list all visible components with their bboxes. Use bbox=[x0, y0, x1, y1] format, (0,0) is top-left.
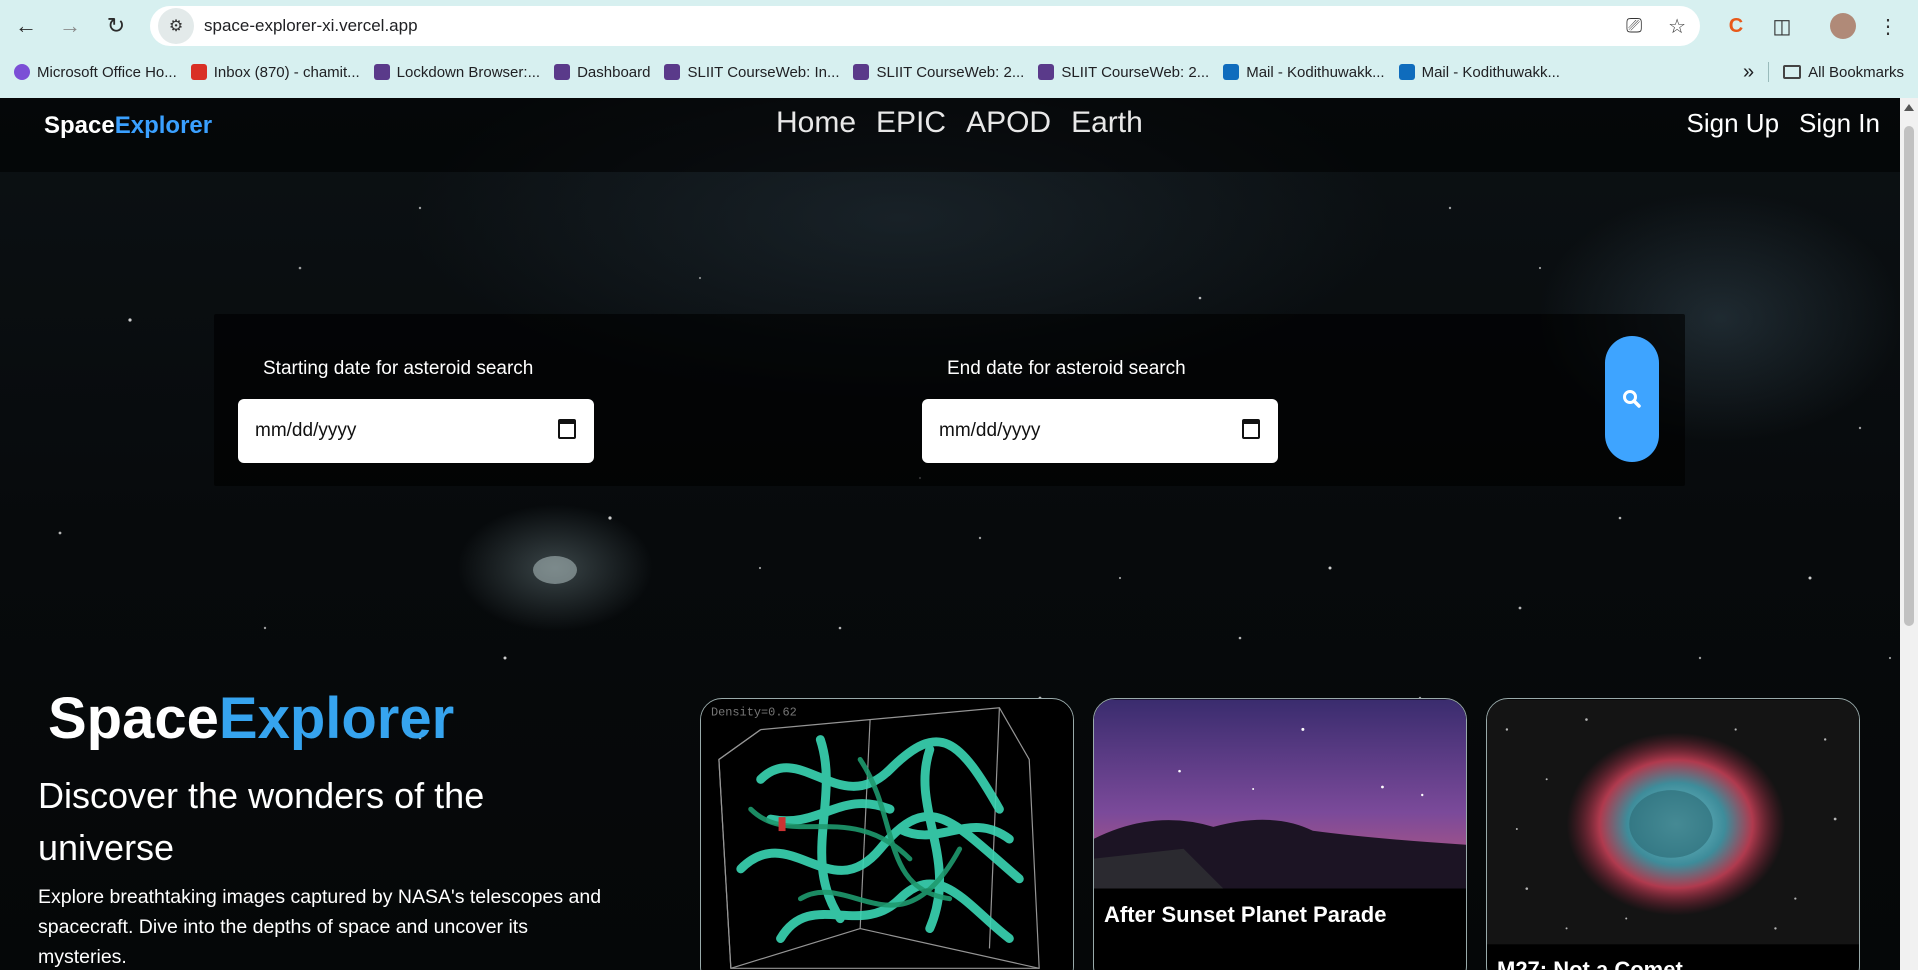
end-date-value: mm/dd/yyyy bbox=[939, 420, 1041, 441]
logo-part-2: Explorer bbox=[114, 112, 213, 139]
address-bar[interactable]: ⚙ space-explorer-xi.vercel.app ⎚ ☆ bbox=[150, 6, 1700, 46]
bookmark-favicon-icon bbox=[664, 64, 681, 80]
bookmark-favicon-icon bbox=[14, 64, 30, 80]
card-image: Density=0.62 bbox=[701, 699, 1073, 970]
extension-icon[interactable]: C bbox=[1718, 6, 1754, 46]
back-icon[interactable]: ← bbox=[4, 4, 48, 48]
site-info-icon[interactable]: ⚙ bbox=[158, 8, 194, 44]
start-date-input[interactable]: mm/dd/yyyy bbox=[238, 399, 594, 463]
url-text[interactable]: space-explorer-xi.vercel.app bbox=[204, 16, 418, 36]
bookmarks-overflow-icon[interactable]: » bbox=[1743, 61, 1754, 84]
end-date-label: End date for asteroid search bbox=[947, 358, 1186, 379]
hero-title: SpaceExplorer bbox=[48, 690, 454, 748]
browser-menu-icon[interactable]: ⋮ bbox=[1870, 6, 1906, 46]
asteroid-search-panel: Starting date for asteroid search mm/dd/… bbox=[214, 314, 1685, 486]
bookmark-item[interactable]: Mail - Kodithuwakk... bbox=[1223, 63, 1385, 81]
search-icon bbox=[1623, 390, 1641, 408]
forward-icon[interactable]: → bbox=[48, 4, 92, 48]
folder-icon bbox=[1783, 65, 1802, 79]
bookmark-label: SLIIT CourseWeb: 2... bbox=[876, 63, 1025, 81]
bookmark-item[interactable]: Microsoft Office Ho... bbox=[14, 64, 177, 81]
outlook-icon bbox=[1398, 64, 1415, 80]
hero-description: Explore breathtaking images captured by … bbox=[38, 886, 602, 968]
calendar-icon[interactable] bbox=[558, 419, 576, 439]
card-image bbox=[1487, 699, 1859, 945]
apod-card[interactable]: M27: Not a Comet bbox=[1486, 698, 1860, 970]
card-title: After Sunset Planet Parade bbox=[1104, 902, 1387, 927]
bookmarks-bar: Microsoft Office Ho... Inbox (870) - cha… bbox=[0, 58, 1918, 86]
hero-title-part-2: Explorer bbox=[218, 686, 455, 751]
auth-links: Sign Up Sign In bbox=[1687, 108, 1880, 139]
bookmark-favicon-icon bbox=[554, 64, 571, 80]
extensions-puzzle-icon[interactable]: ◫ bbox=[1764, 6, 1800, 46]
hero-title-part-1: Space bbox=[48, 686, 219, 751]
page-scrollbar[interactable] bbox=[1900, 98, 1918, 970]
bookmark-label: Mail - Kodithuwakk... bbox=[1421, 63, 1560, 81]
bookmark-favicon-icon bbox=[1038, 64, 1055, 80]
bookmark-favicon-icon bbox=[853, 64, 870, 80]
hero-subtitle: Discover the wonders of the universe bbox=[38, 775, 485, 868]
web-page: SpaceExplorer Home EPIC APOD Earth Sign … bbox=[0, 98, 1900, 970]
all-bookmarks[interactable]: All Bookmarks bbox=[1783, 64, 1904, 81]
start-date-value: mm/dd/yyyy bbox=[255, 420, 357, 441]
scroll-up-icon[interactable] bbox=[1904, 104, 1914, 111]
bookmark-item[interactable]: Lockdown Browser:... bbox=[373, 63, 541, 81]
nav-apod[interactable]: APOD bbox=[966, 106, 1051, 140]
sign-up-link[interactable]: Sign Up bbox=[1687, 108, 1780, 139]
bookmark-item[interactable]: Dashboard bbox=[554, 64, 650, 81]
card-image bbox=[1094, 699, 1466, 889]
nav-home[interactable]: Home bbox=[776, 106, 856, 140]
apod-card[interactable]: Density=0.62 bbox=[700, 698, 1074, 970]
calendar-icon[interactable] bbox=[1242, 419, 1260, 439]
browser-chrome: ← → ↻ ⚙ space-explorer-xi.vercel.app ⎚ ☆… bbox=[0, 0, 1918, 98]
end-date-input[interactable]: mm/dd/yyyy bbox=[922, 399, 1278, 463]
main-nav: Home EPIC APOD Earth bbox=[776, 106, 1143, 140]
bookmark-item[interactable]: SLIIT CourseWeb: In... bbox=[664, 64, 839, 81]
bookmark-item[interactable]: SLIIT CourseWeb: 2... bbox=[853, 64, 1024, 81]
site-logo[interactable]: SpaceExplorer bbox=[44, 112, 212, 140]
bookmark-label: Microsoft Office Ho... bbox=[37, 63, 177, 81]
browser-toolbar: ← → ↻ ⚙ space-explorer-xi.vercel.app ⎚ ☆… bbox=[0, 0, 1918, 52]
bookmark-label: Lockdown Browser:... bbox=[396, 63, 541, 81]
scrollbar-thumb[interactable] bbox=[1904, 126, 1914, 626]
bookmark-label: SLIIT CourseWeb: In... bbox=[687, 63, 840, 81]
sign-in-link[interactable]: Sign In bbox=[1799, 108, 1880, 139]
bookmark-label: Mail - Kodithuwakk... bbox=[1246, 63, 1385, 81]
outlook-icon bbox=[1223, 64, 1240, 80]
all-bookmarks-label: All Bookmarks bbox=[1808, 63, 1904, 81]
nav-epic[interactable]: EPIC bbox=[876, 106, 946, 140]
bookmark-label: SLIIT CourseWeb: 2... bbox=[1061, 63, 1210, 81]
search-button[interactable] bbox=[1605, 336, 1659, 462]
bookmark-item[interactable]: Mail - Kodithuwakk... bbox=[1398, 63, 1560, 81]
bookmark-favicon-icon bbox=[373, 64, 390, 80]
profile-avatar[interactable] bbox=[1826, 6, 1860, 46]
start-date-label: Starting date for asteroid search bbox=[263, 358, 534, 379]
bookmark-star-icon[interactable]: ☆ bbox=[1668, 14, 1686, 39]
nav-earth[interactable]: Earth bbox=[1071, 106, 1143, 140]
bookmark-label: Inbox (870) - chamit... bbox=[213, 63, 360, 81]
card-title: M27: Not a Comet bbox=[1497, 957, 1683, 970]
logo-part-1: Space bbox=[44, 112, 115, 139]
bookmark-label: Dashboard bbox=[577, 63, 651, 81]
gmail-icon bbox=[190, 64, 207, 80]
site-header: SpaceExplorer Home EPIC APOD Earth Sign … bbox=[0, 98, 1900, 172]
bookmark-item[interactable]: SLIIT CourseWeb: 2... bbox=[1038, 64, 1209, 81]
apod-card[interactable]: After Sunset Planet Parade bbox=[1093, 698, 1467, 970]
bookmark-item[interactable]: Inbox (870) - chamit... bbox=[190, 63, 360, 81]
card-overlay-text: Density=0.62 bbox=[711, 706, 797, 720]
reload-icon[interactable]: ↻ bbox=[94, 4, 138, 48]
install-app-icon[interactable]: ⎚ bbox=[1626, 15, 1642, 38]
